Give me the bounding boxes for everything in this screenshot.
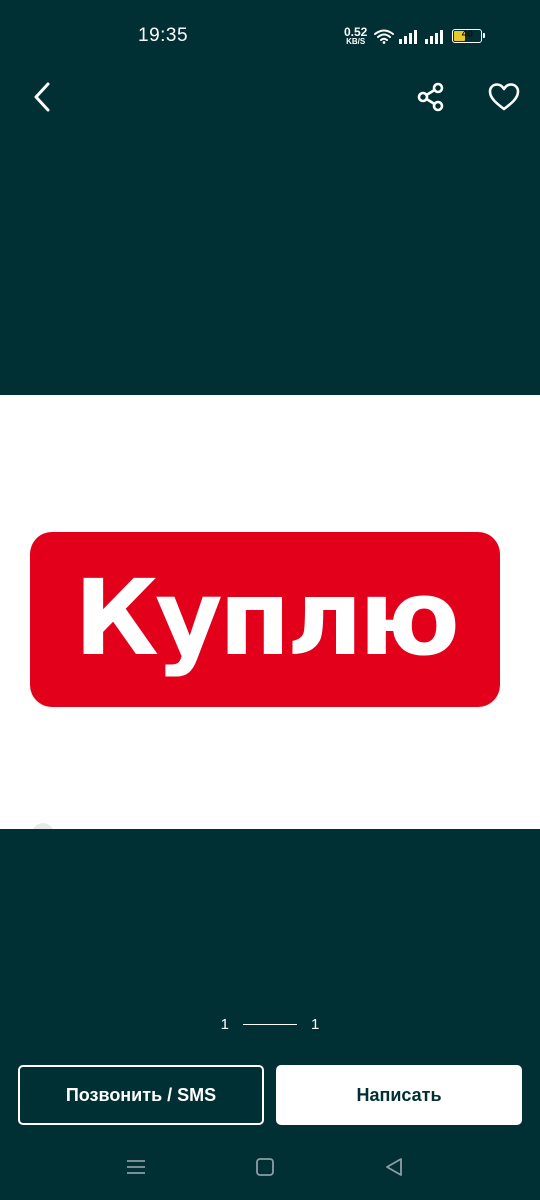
gallery-pager: 1 1 — [0, 1016, 540, 1033]
back-button[interactable] — [20, 75, 64, 119]
status-bar: 19:35 0.52 KB/S 40 — [0, 0, 540, 72]
pager-total: 1 — [311, 1016, 320, 1033]
system-back-button[interactable] — [376, 1152, 412, 1182]
status-time: 19:35 — [138, 25, 189, 46]
network-speed: 0.52 KB/S — [344, 26, 367, 46]
signal-icon — [424, 28, 446, 44]
recent-apps-button[interactable] — [118, 1152, 154, 1182]
home-button[interactable] — [247, 1152, 283, 1182]
status-indicators: 0.52 KB/S 40 — [344, 24, 486, 48]
call-sms-button[interactable]: Позвонить / SMS — [18, 1065, 264, 1125]
favorite-button[interactable] — [482, 75, 526, 119]
home-icon — [256, 1158, 274, 1176]
wifi-icon — [374, 28, 395, 44]
pager-current: 1 — [220, 1016, 229, 1033]
menu-icon — [127, 1160, 145, 1174]
write-message-button[interactable]: Написать — [276, 1065, 522, 1125]
battery-tip — [483, 33, 486, 38]
image-edge-mark — [32, 823, 54, 829]
banner-text: Куплю — [74, 556, 460, 679]
back-triangle-icon — [386, 1158, 402, 1176]
heart-icon — [488, 83, 520, 111]
battery-icon: 40 — [452, 29, 486, 43]
listing-image[interactable]: Куплю — [0, 395, 540, 829]
share-icon — [417, 82, 444, 112]
chevron-left-icon — [34, 82, 50, 112]
banner: Куплю — [30, 532, 500, 707]
battery-level: 40 — [461, 29, 473, 40]
signal-icon — [398, 28, 420, 44]
pager-line — [243, 1023, 297, 1026]
network-speed-unit: KB/S — [346, 37, 366, 46]
share-button[interactable] — [409, 75, 453, 119]
top-nav — [0, 72, 540, 124]
system-nav-bar — [0, 1140, 540, 1200]
